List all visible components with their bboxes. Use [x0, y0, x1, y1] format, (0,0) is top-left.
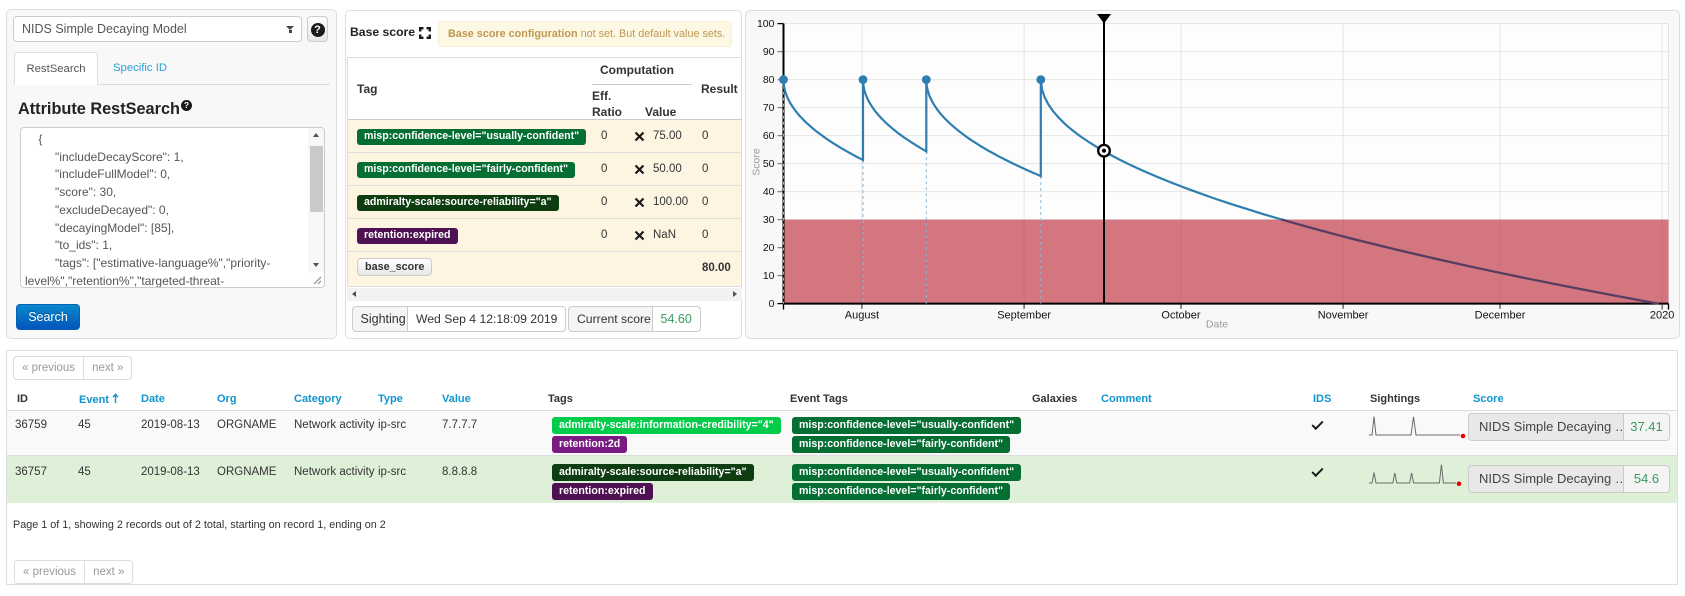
- svg-text:60: 60: [763, 130, 775, 142]
- svg-text:30: 30: [763, 214, 775, 226]
- svg-text:10: 10: [763, 270, 775, 282]
- svg-text:2020: 2020: [1650, 310, 1674, 322]
- svg-text:November: November: [1318, 310, 1369, 322]
- svg-text:December: December: [1475, 310, 1526, 322]
- svg-text:40: 40: [763, 186, 775, 198]
- svg-text:80: 80: [763, 74, 775, 86]
- svg-text:50: 50: [763, 158, 775, 170]
- svg-text:Date: Date: [1206, 319, 1228, 331]
- svg-text:Score: Score: [751, 148, 763, 176]
- svg-text:October: October: [1161, 310, 1200, 322]
- svg-text:70: 70: [763, 102, 775, 114]
- svg-text:September: September: [997, 310, 1051, 322]
- svg-text:100: 100: [757, 18, 775, 30]
- svg-text:0: 0: [769, 298, 775, 310]
- svg-text:90: 90: [763, 46, 775, 58]
- svg-text:August: August: [845, 310, 879, 322]
- svg-text:20: 20: [763, 242, 775, 254]
